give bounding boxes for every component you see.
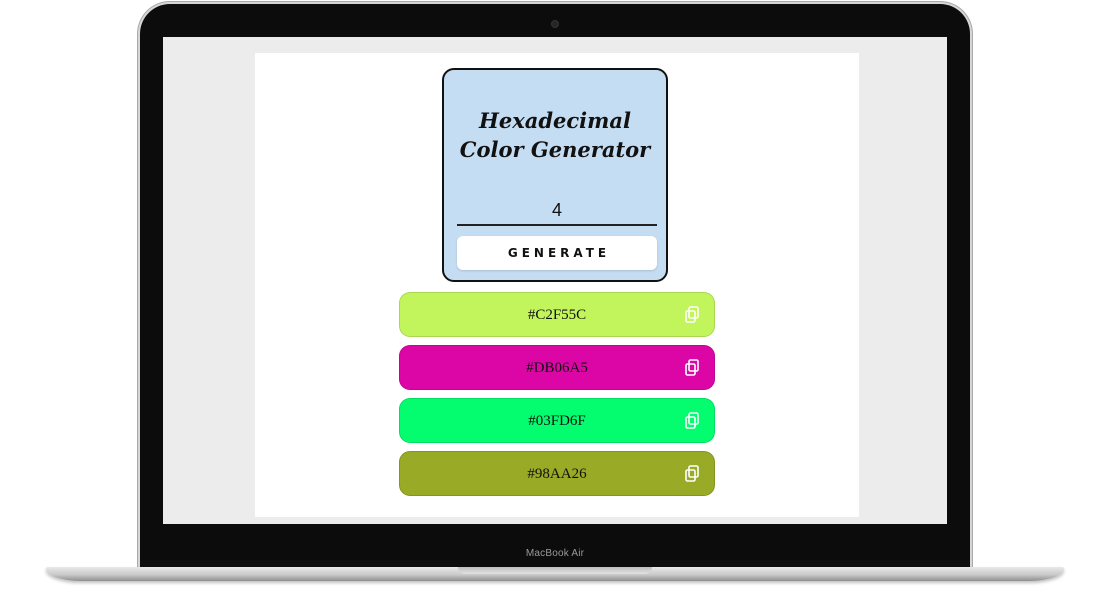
device-label: MacBook Air xyxy=(525,548,585,559)
laptop-notch xyxy=(458,567,652,574)
copy-icon[interactable] xyxy=(684,412,700,430)
copy-icon[interactable] xyxy=(684,306,700,324)
generate-button[interactable]: GENERATE xyxy=(457,236,657,270)
laptop-screen: Hexadecimal Color Generator GENERATE #C2… xyxy=(163,37,947,524)
copy-icon[interactable] xyxy=(684,465,700,483)
color-row[interactable]: #C2F55C xyxy=(399,292,715,337)
color-row[interactable]: #03FD6F xyxy=(399,398,715,443)
hex-label: #98AA26 xyxy=(527,466,587,482)
hex-label: #DB06A5 xyxy=(526,360,588,376)
color-row[interactable]: #DB06A5 xyxy=(399,345,715,390)
hex-label: #C2F55C xyxy=(527,307,587,323)
generator-card: Hexadecimal Color Generator GENERATE xyxy=(442,68,668,282)
color-list: #C2F55C #DB06A5 #03FD6F #98AA26 xyxy=(399,292,715,504)
color-count-input[interactable] xyxy=(457,196,657,226)
camera-icon xyxy=(552,21,558,27)
web-page: Hexadecimal Color Generator GENERATE #C2… xyxy=(255,53,859,517)
copy-icon[interactable] xyxy=(684,359,700,377)
hex-label: #03FD6F xyxy=(528,413,586,429)
color-row[interactable]: #98AA26 xyxy=(399,451,715,496)
page-title: Hexadecimal Color Generator xyxy=(459,108,651,162)
